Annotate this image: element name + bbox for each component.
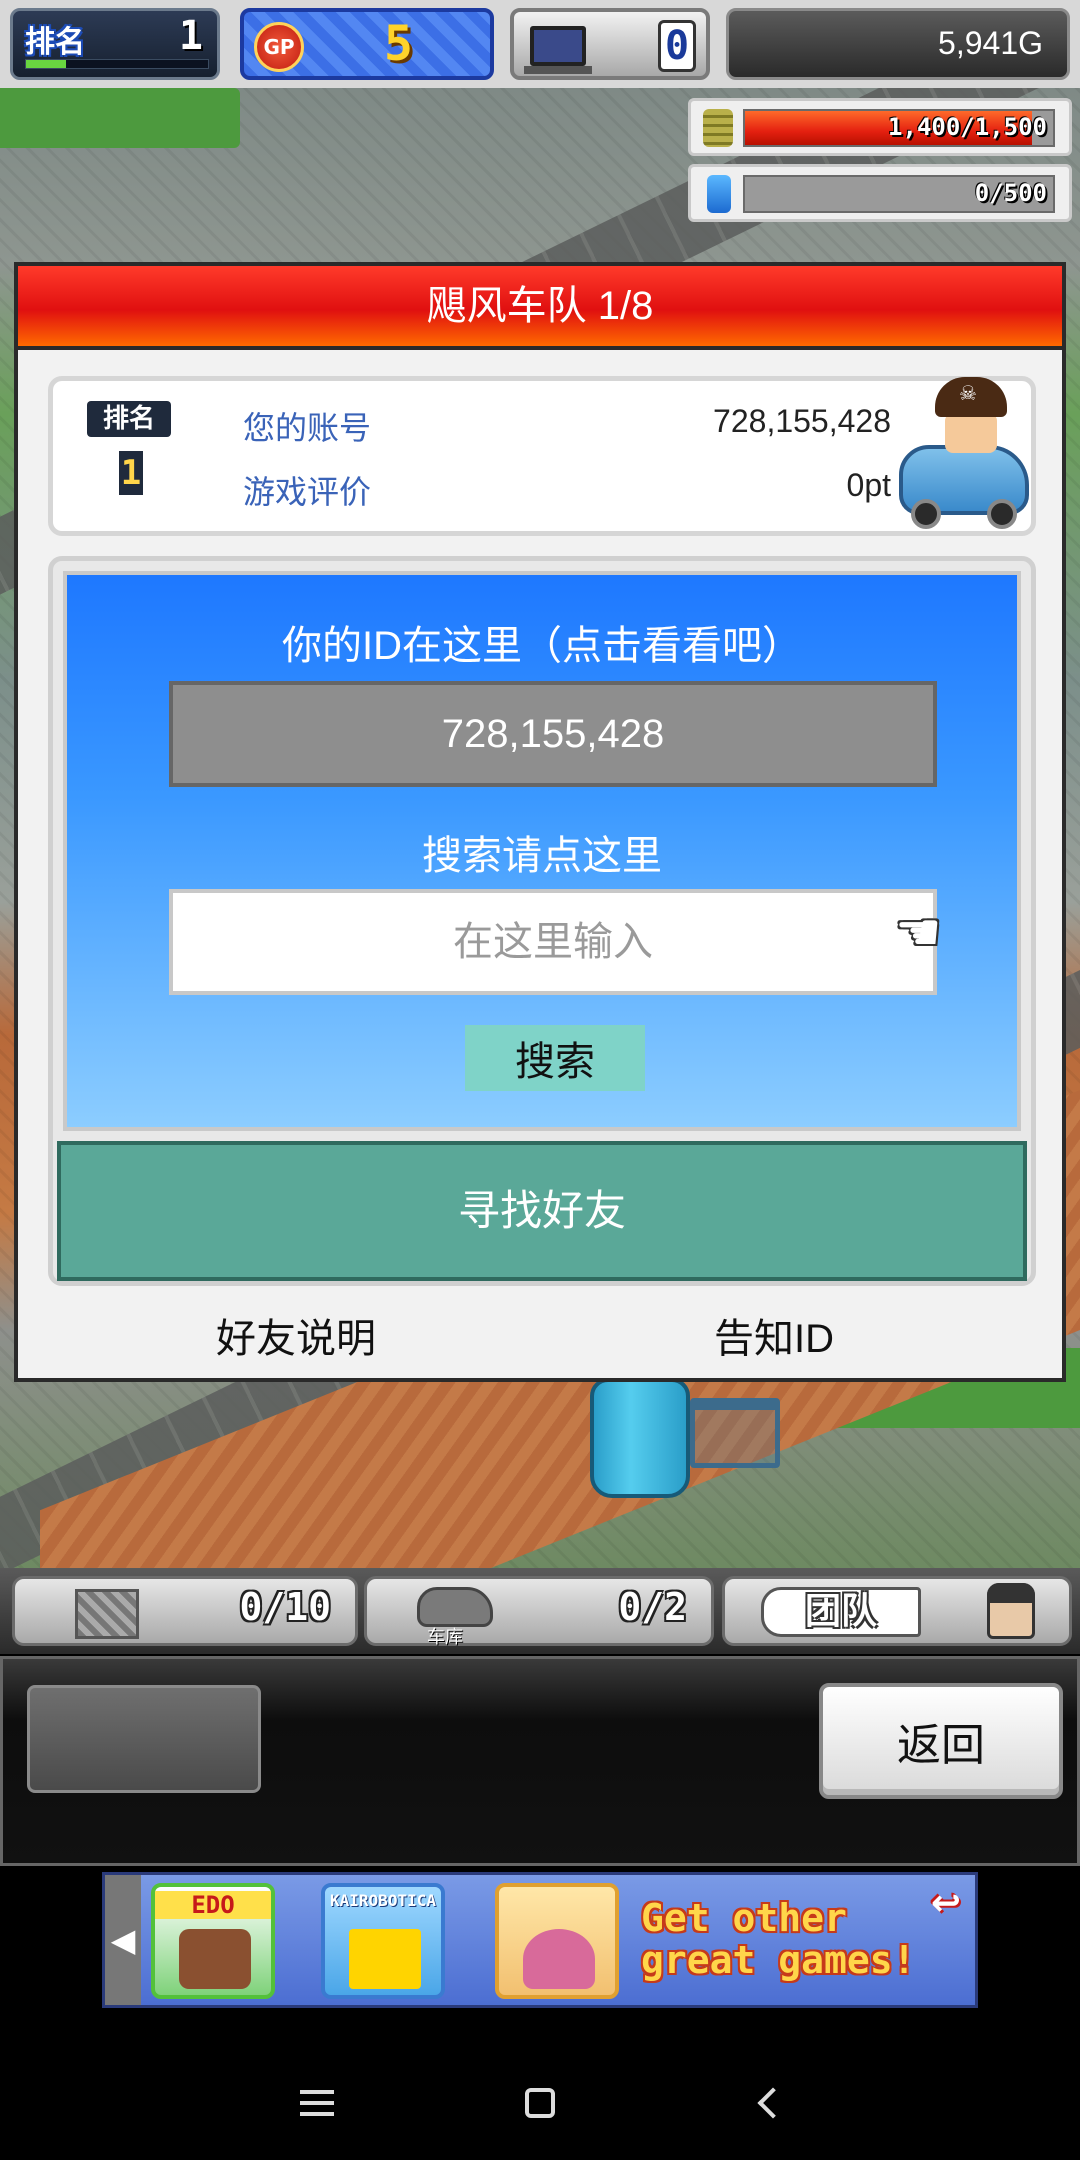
empty-menu-slot[interactable] bbox=[27, 1685, 261, 1793]
tell-id-link[interactable]: 告知ID bbox=[714, 1306, 834, 1364]
gp-icon: GP bbox=[254, 22, 304, 72]
back-chevron-icon[interactable] bbox=[733, 2066, 803, 2136]
garage-car-icon bbox=[417, 1587, 493, 1627]
game-rating-value: 0pt bbox=[846, 467, 891, 503]
crate-icon bbox=[75, 1589, 139, 1639]
team-member-icon bbox=[987, 1583, 1035, 1639]
coin-stack-icon bbox=[703, 109, 733, 147]
computer-value: 0 bbox=[658, 20, 696, 72]
game-rating-label: 游戏评价 bbox=[243, 474, 372, 510]
rank-indicator[interactable]: 排名 1 bbox=[10, 8, 220, 80]
gold-value: 5,941G bbox=[938, 25, 1043, 61]
pirate-driver-avatar bbox=[889, 367, 1039, 537]
rank-progress-fill bbox=[26, 60, 67, 68]
ad-kairobotica-title: KAIROBOTICA bbox=[330, 1891, 436, 1910]
rank-label: 排名 bbox=[25, 25, 85, 60]
fuel-bar[interactable]: 1,400/1,500 bbox=[688, 98, 1072, 156]
id-panel-frame: 你的ID在这里（点击看看吧） 728,155,428 搜索请点这里 ☚ 搜索 寻… bbox=[48, 556, 1036, 1286]
garage-slot[interactable]: 车库 0/2 bbox=[364, 1576, 714, 1648]
face-icon bbox=[945, 413, 997, 453]
player-id-display[interactable]: 728,155,428 bbox=[169, 681, 937, 787]
home-icon[interactable] bbox=[505, 2066, 575, 2136]
account-id-value: 728,155,428 bbox=[713, 403, 891, 439]
robot-art-icon bbox=[349, 1929, 421, 1989]
computer-indicator[interactable]: 0 bbox=[510, 8, 710, 80]
id-heading: 你的ID在这里（点击看看吧） bbox=[282, 624, 802, 668]
parts-slot[interactable]: 0/10 bbox=[12, 1576, 358, 1646]
account-id-label: 您的账号 bbox=[243, 410, 372, 446]
pirate-hat-icon bbox=[935, 377, 1007, 417]
wheel-icon bbox=[987, 499, 1017, 529]
ad-kairobotica-thumbnail[interactable]: KAIROBOTICA bbox=[321, 1883, 445, 1999]
barrel-icon bbox=[590, 1378, 690, 1498]
fuel-track: 1,400/1,500 bbox=[743, 109, 1055, 147]
gp-indicator[interactable]: GP 5 bbox=[240, 8, 494, 80]
parts-count: 0/10 bbox=[239, 1585, 331, 1629]
search-button[interactable]: 搜索 bbox=[465, 1025, 645, 1091]
computer-icon bbox=[524, 26, 592, 74]
team-dialog: 飓风车队 1/8 排名 1 您的账号 728,155,428 游戏评价 0pt … bbox=[14, 262, 1066, 1382]
ad-promo-text[interactable]: Get other great games! bbox=[641, 1897, 961, 1981]
ad-left-arrow-icon[interactable]: ◀ bbox=[105, 1875, 141, 2005]
gp-value: 5 bbox=[384, 16, 413, 72]
rank-progress-bar bbox=[25, 59, 209, 69]
energy-track: 0/500 bbox=[743, 175, 1055, 213]
pointing-hand-icon: ☚ bbox=[895, 903, 942, 963]
garage-count: 0/2 bbox=[618, 1585, 687, 1629]
rank-badge: 排名 bbox=[87, 401, 171, 437]
search-heading: 搜索请点这里 bbox=[422, 834, 662, 878]
gold-indicator[interactable]: 5,941G bbox=[726, 8, 1070, 80]
rank-badge-number: 1 bbox=[119, 451, 143, 495]
energy-value: 0/500 bbox=[974, 179, 1047, 207]
bench-icon bbox=[690, 1398, 780, 1468]
team-slot[interactable]: 团队 bbox=[722, 1576, 1072, 1646]
bottle-icon bbox=[707, 175, 731, 213]
grass-decoration bbox=[0, 88, 240, 148]
energy-bar[interactable]: 0/500 bbox=[688, 164, 1072, 222]
friend-help-link[interactable]: 好友说明 bbox=[216, 1306, 376, 1364]
rank-value: 1 bbox=[178, 13, 203, 59]
account-card: 排名 1 您的账号 728,155,428 游戏评价 0pt bbox=[48, 376, 1036, 536]
back-button[interactable]: 返回 bbox=[819, 1683, 1063, 1799]
fuel-value: 1,400/1,500 bbox=[888, 113, 1047, 141]
ad-banner[interactable]: ◀ EDO KAIROBOTICA Get other great games!… bbox=[102, 1872, 978, 2008]
system-nav-bar bbox=[0, 2040, 1080, 2160]
friend-search-input[interactable] bbox=[169, 889, 937, 995]
control-area: 返回 bbox=[0, 1656, 1080, 1866]
dialog-title: 飓风车队 1/8 bbox=[18, 266, 1062, 350]
castle-art-icon bbox=[179, 1929, 251, 1989]
cafe-art-icon bbox=[523, 1929, 595, 1989]
ad-edo-thumbnail[interactable]: EDO bbox=[151, 1883, 275, 1999]
ad-cafe-thumbnail[interactable] bbox=[495, 1883, 619, 1999]
menu-icon[interactable] bbox=[282, 2066, 352, 2136]
wheel-icon bbox=[911, 499, 941, 529]
team-tab: 团队 bbox=[761, 1587, 921, 1637]
return-arrow-icon: ↩ bbox=[930, 1883, 961, 1924]
find-friend-button[interactable]: 寻找好友 bbox=[57, 1141, 1027, 1281]
ad-edo-title: EDO bbox=[155, 1891, 271, 1919]
id-panel: 你的ID在这里（点击看看吧） 728,155,428 搜索请点这里 ☚ 搜索 bbox=[63, 571, 1021, 1131]
status-strip: 0/10 车库 0/2 团队 bbox=[0, 1568, 1080, 1654]
garage-label: 车库 bbox=[427, 1627, 463, 1648]
top-hud: 排名 1 GP 5 0 5,941G bbox=[0, 0, 1080, 88]
